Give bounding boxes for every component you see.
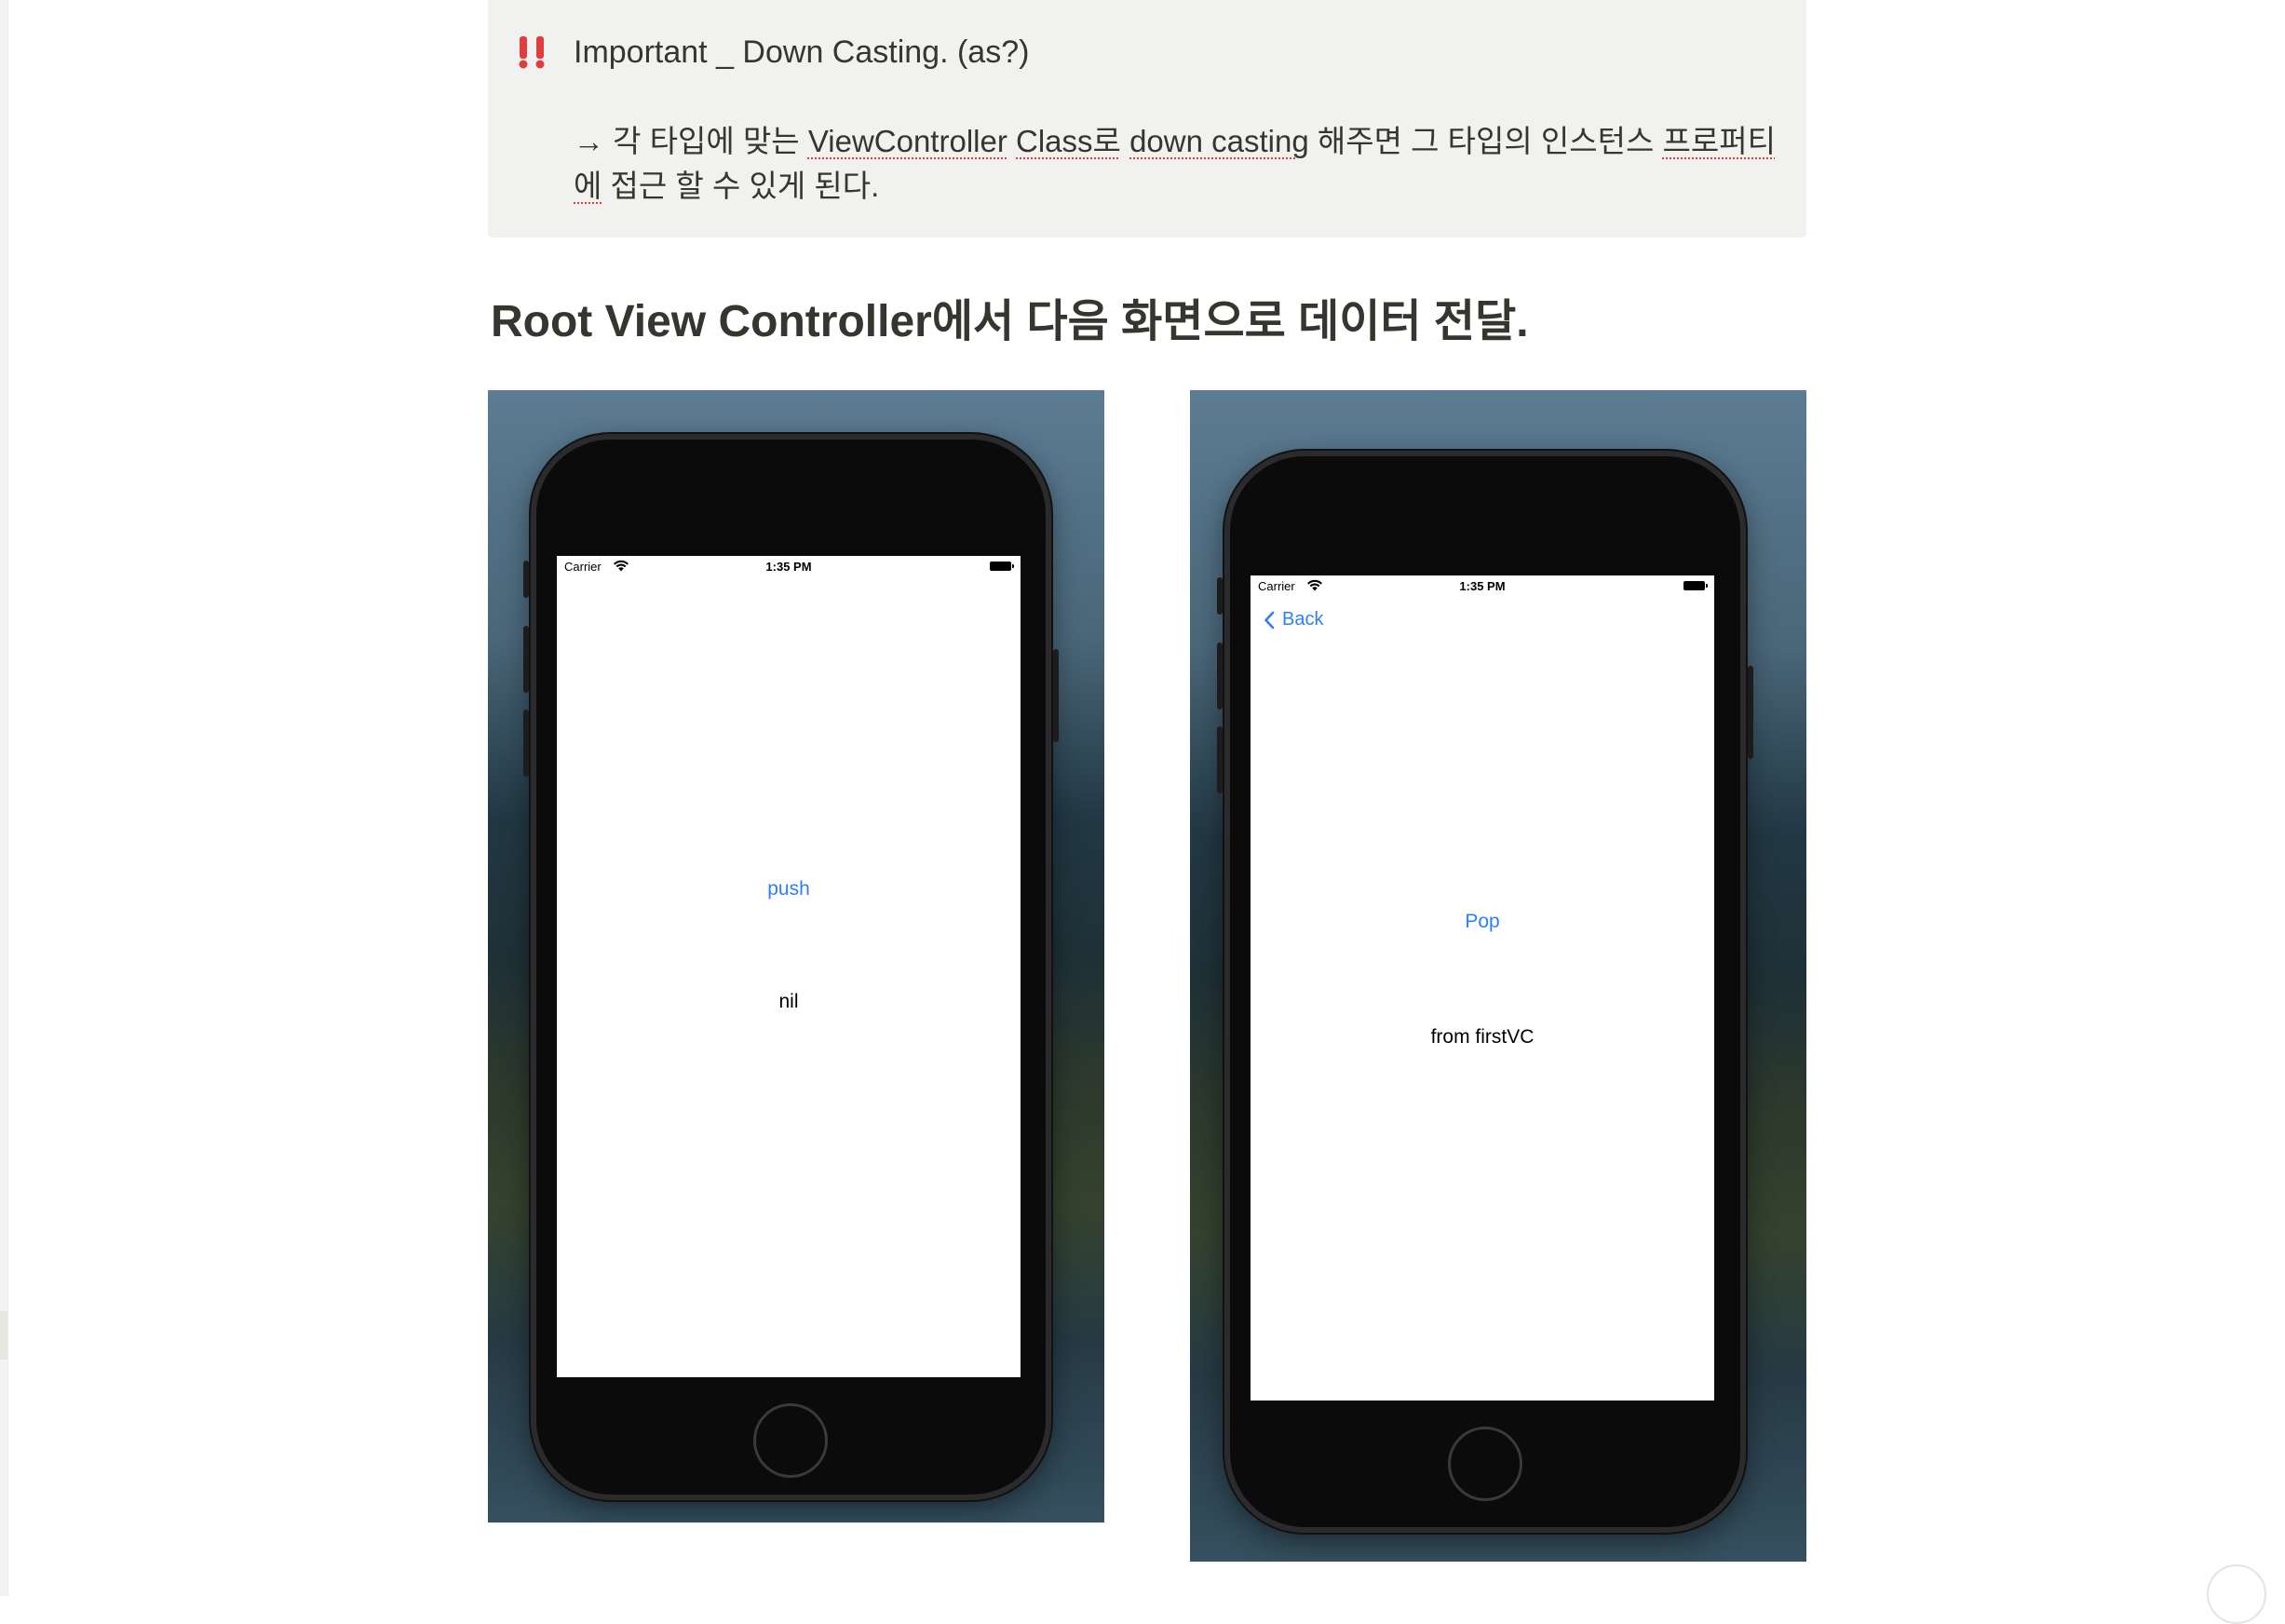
callout-block: Important _ Down Casting. (as?) → 각 타입에 …	[488, 0, 1806, 237]
status-bar: Carrier 1:35 PM	[1251, 575, 1714, 602]
iphone-frame: Carrier 1:35 PM Back Pop from firstVC	[1224, 451, 1746, 1533]
back-label: Back	[1282, 609, 1323, 630]
push-button[interactable]: push	[557, 878, 1021, 900]
mute-switch	[523, 561, 529, 598]
volume-up-button	[1217, 643, 1223, 710]
phone-screen: Carrier 1:35 PM push nil	[557, 556, 1021, 1377]
power-button	[1053, 649, 1059, 742]
data-label: nil	[557, 991, 1021, 1013]
status-bar: Carrier 1:35 PM	[557, 556, 1021, 582]
chevron-left-icon	[1264, 611, 1275, 629]
home-button[interactable]	[1448, 1427, 1522, 1501]
spellcheck-word[interactable]: ViewController	[808, 124, 1007, 158]
callout-body-text: 접근 할 수 있게 된다.	[602, 169, 879, 203]
help-button[interactable]	[2207, 1564, 2266, 1624]
volume-up-button	[523, 626, 529, 693]
pop-button[interactable]: Pop	[1251, 911, 1714, 933]
callout-body-text: 해주면 그 타입의 인스턴스	[1309, 124, 1663, 158]
volume-down-button	[523, 710, 529, 777]
simulator-screenshot-second[interactable]: Carrier 1:35 PM Back Pop from firstVC	[1190, 390, 1806, 1562]
home-button[interactable]	[753, 1403, 828, 1478]
callout-body-text: → 각 타입에 맞는	[574, 124, 808, 158]
callout-body-text	[1121, 124, 1129, 158]
callout-title: Important _ Down Casting. (as?)	[574, 32, 1029, 73]
callout-body: → 각 타입에 맞는 ViewController Class로 down ca…	[574, 119, 1784, 209]
volume-down-button	[1217, 726, 1223, 793]
mute-switch	[1217, 577, 1223, 615]
status-time: 1:35 PM	[557, 560, 1021, 574]
sidebar-handle[interactable]	[0, 1311, 7, 1360]
power-button	[1748, 666, 1753, 759]
data-label: from firstVC	[1251, 1026, 1714, 1049]
battery-icon	[1683, 581, 1705, 590]
status-time: 1:35 PM	[1251, 579, 1714, 593]
double-exclamation-icon	[514, 34, 551, 71]
section-heading: Root View Controller에서 다음 화면으로 데이터 전달.	[491, 291, 1529, 354]
phone-screen: Carrier 1:35 PM Back Pop from firstVC	[1251, 575, 1714, 1401]
callout-body-text	[1007, 124, 1016, 158]
battery-icon	[990, 562, 1011, 571]
simulator-screenshot-first[interactable]: Carrier 1:35 PM push nil	[488, 390, 1104, 1522]
spellcheck-word[interactable]: down casting	[1129, 124, 1309, 158]
spellcheck-word[interactable]: Class로	[1016, 124, 1121, 158]
back-button[interactable]: Back	[1264, 609, 1323, 630]
iphone-frame: Carrier 1:35 PM push nil	[531, 434, 1051, 1500]
